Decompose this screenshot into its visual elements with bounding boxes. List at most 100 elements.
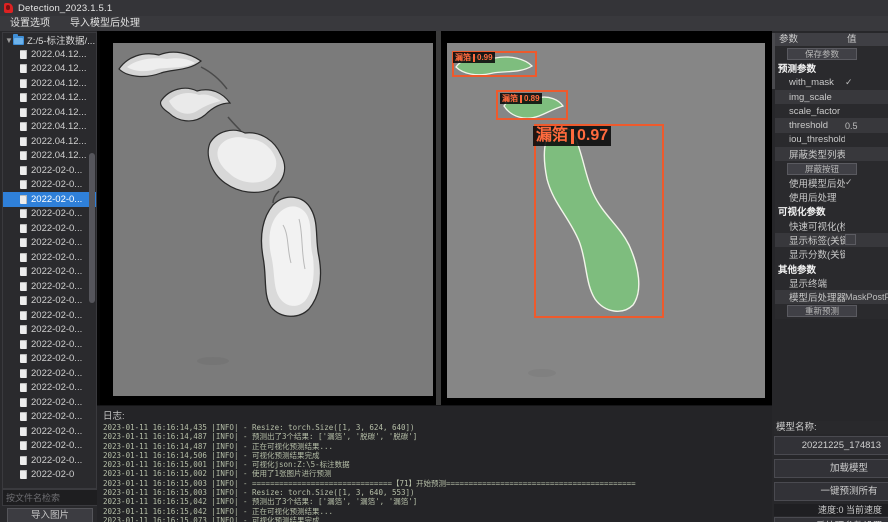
tree-item-label: 2022.04.12...	[31, 92, 86, 103]
param-label: 使用后处理	[775, 190, 845, 204]
tree-item[interactable]: 2022-02-0...	[3, 352, 96, 367]
detection-score: 0.99	[477, 52, 493, 63]
param-row[interactable]: 显示分数(关键点)	[775, 247, 888, 261]
param-row[interactable]: img_scale	[775, 90, 888, 104]
file-icon	[20, 209, 27, 218]
tree-item[interactable]: 2022-02-0...	[3, 410, 96, 425]
param-column-header: 参数	[775, 33, 847, 46]
tree-item[interactable]: 2022.04.12...	[3, 120, 96, 135]
log-line: 2023-01-11 16:16:15,003 |INFO| - =======…	[97, 479, 772, 488]
tree-item[interactable]: 2022-02-0...	[3, 279, 96, 294]
file-icon	[20, 354, 27, 363]
param-row[interactable]: threshold0.5	[775, 118, 888, 132]
log-area[interactable]: 日志: 2023-01-11 16:16:14,435 |INFO| - Res…	[97, 405, 772, 522]
file-icon	[20, 325, 27, 334]
load-model-button[interactable]: 加载模型	[774, 459, 888, 478]
param-group-label: 其他参数	[775, 262, 816, 276]
tree-item[interactable]: 2022.04.12...	[3, 62, 96, 77]
chevron-down-icon[interactable]: ▼	[5, 36, 13, 45]
param-group-row: 预测参数	[775, 61, 888, 75]
tree-item[interactable]: 2022-02-0...	[3, 207, 96, 222]
model-name-label: 模型名称:	[774, 421, 888, 434]
tree-item[interactable]: 2022-02-0...	[3, 395, 96, 410]
tree-item[interactable]: 2022-02-0...	[3, 221, 96, 236]
file-tree[interactable]: ▼ Z:/5-标注数据/... 2022.04.12...2022.04.12.…	[2, 32, 97, 489]
param-row: 重新预测	[775, 304, 888, 318]
tree-root-label: Z:/5-标注数据/...	[27, 33, 95, 47]
tree-item[interactable]: 2022.04.12...	[3, 105, 96, 120]
file-icon	[20, 79, 27, 88]
param-value: ✓	[845, 77, 853, 88]
tree-item-label: 2022.04.12...	[31, 49, 86, 60]
tree-item[interactable]: 2022-02-0...	[3, 250, 96, 265]
detection-score: 0.97	[577, 126, 608, 146]
tree-item-label: 2022-02-0...	[31, 397, 82, 408]
search-input[interactable]	[2, 489, 99, 506]
file-icon	[20, 64, 27, 73]
param-row[interactable]: 显示终端	[775, 276, 888, 290]
param-row[interactable]: 屏蔽类型列表	[775, 147, 888, 161]
tree-item[interactable]: 2022-02-0...	[3, 236, 96, 251]
tree-item[interactable]: 2022-02-0...	[3, 453, 96, 468]
tree-item[interactable]: 2022.04.12...	[3, 149, 96, 164]
tree-item[interactable]: 2022-02-0...	[3, 163, 96, 178]
param-row[interactable]: 模型后处理器MaskPostProc	[775, 290, 888, 304]
tree-item-label: 2022-02-0...	[31, 324, 82, 335]
detection-box	[534, 124, 664, 318]
param-row[interactable]: 显示标签(关键点)	[775, 233, 888, 247]
tree-scrollbar-thumb[interactable]	[89, 153, 95, 303]
tree-root[interactable]: ▼ Z:/5-标注数据/...	[3, 33, 96, 47]
param-action-button[interactable]: 保存参数	[787, 48, 857, 60]
tree-item-label: 2022-02-0...	[31, 339, 82, 350]
log-lines: 2023-01-11 16:16:14,435 |INFO| - Resize:…	[97, 423, 772, 522]
predict-all-button[interactable]: 一键预测所有	[774, 482, 888, 501]
detection-class-name: 漏箔	[502, 93, 518, 104]
menu-item-settings[interactable]: 设置选项	[0, 16, 60, 31]
param-action-button[interactable]: 屏蔽按钮	[787, 163, 857, 175]
prediction-image[interactable]: 漏箔0.99漏箔0.89漏箔0.97	[447, 43, 765, 398]
tree-item[interactable]: 2022.04.12...	[3, 47, 96, 62]
original-image-panel[interactable]	[100, 31, 436, 405]
tree-item[interactable]: 2022-02-0...	[3, 323, 96, 338]
log-line: 2023-01-11 16:16:15,002 |INFO| - 使用了1张图片…	[97, 469, 772, 478]
tree-item-label: 2022-02-0...	[31, 266, 82, 277]
file-icon	[20, 238, 27, 247]
checkbox-unchecked[interactable]	[845, 234, 856, 245]
import-image-button[interactable]: 导入图片	[7, 508, 93, 522]
tree-item[interactable]: 2022-02-0...	[3, 178, 96, 193]
tree-item[interactable]: 2022.04.12...	[3, 76, 96, 91]
postprocess-params-button[interactable]: 后处理参数设置	[774, 517, 888, 522]
tree-item[interactable]: 2022-02-0...	[3, 308, 96, 323]
file-icon	[20, 253, 27, 262]
tree-item[interactable]: 2022-02-0...	[3, 294, 96, 309]
param-row[interactable]: 使用后处理	[775, 190, 888, 204]
tree-item[interactable]: 2022-02-0...	[3, 439, 96, 454]
param-label: scale_factor	[775, 106, 845, 117]
param-row[interactable]: scale_factor	[775, 104, 888, 118]
tree-item[interactable]: 2022-02-0...	[3, 424, 96, 439]
prediction-image-panel[interactable]: 漏箔0.99漏箔0.89漏箔0.97	[441, 31, 772, 405]
file-icon	[20, 383, 27, 392]
original-image[interactable]	[113, 43, 433, 396]
tree-item[interactable]: 2022-02-0	[3, 468, 96, 483]
tree-item[interactable]: 2022-02-0...	[3, 337, 96, 352]
file-icon	[20, 108, 27, 117]
param-row[interactable]: iou_threshold	[775, 133, 888, 147]
file-icon	[20, 166, 27, 175]
tree-item[interactable]: 2022.04.12...	[3, 134, 96, 149]
tree-item[interactable]: 2022-02-0...	[3, 366, 96, 381]
tree-item[interactable]: 2022-02-0...	[3, 192, 96, 207]
tree-item-label: 2022-02-0...	[31, 382, 82, 393]
tree-item[interactable]: 2022-02-0...	[3, 265, 96, 280]
tree-item[interactable]: 2022.04.12...	[3, 91, 96, 106]
menu-item-import-postprocess[interactable]: 导入模型后处理	[60, 16, 150, 31]
param-row[interactable]: with_mask✓	[775, 76, 888, 90]
param-row[interactable]: 使用模型后处理✓	[775, 176, 888, 190]
param-action-button[interactable]: 重新预测	[787, 305, 857, 317]
tree-item-label: 2022-02-0...	[31, 237, 82, 248]
param-label: 显示终端	[775, 276, 845, 290]
model-name-field[interactable]: 20221225_174813	[774, 436, 888, 455]
file-icon	[20, 412, 27, 421]
tree-item[interactable]: 2022-02-0...	[3, 381, 96, 396]
param-row[interactable]: 快速可视化(检测)	[775, 219, 888, 233]
